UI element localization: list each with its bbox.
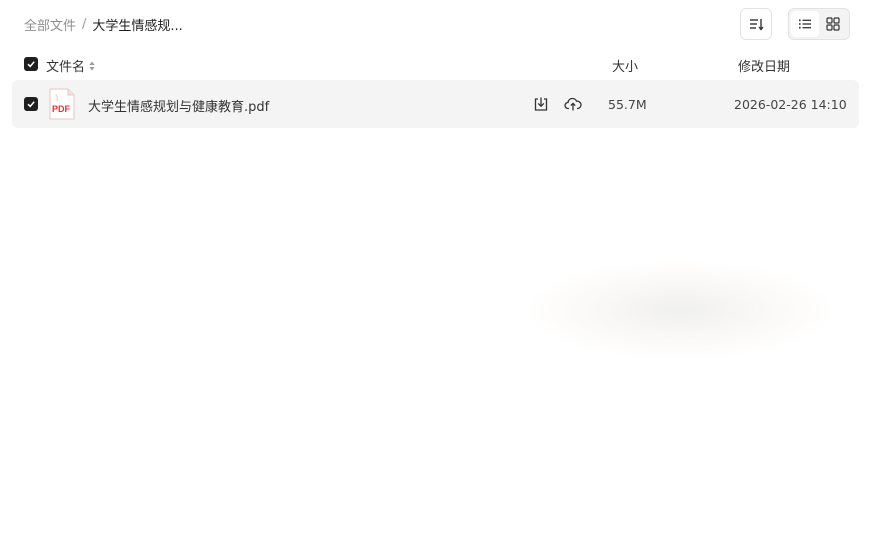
- pdf-file-icon: PDF: [48, 88, 76, 120]
- file-size: 55.7M: [608, 97, 647, 112]
- list-view-button[interactable]: [791, 11, 819, 37]
- pdf-icon-label: PDF: [52, 104, 71, 114]
- breadcrumb-current: 大学生情感规...: [92, 18, 183, 34]
- table-header: 文件名 大小 修改日期: [0, 52, 874, 76]
- sort-caret-icon: [89, 61, 95, 71]
- column-header-modified[interactable]: 修改日期: [738, 56, 790, 75]
- select-all-checkbox[interactable]: [24, 57, 38, 71]
- list-view-icon: [799, 19, 811, 29]
- table-row[interactable]: PDF 大学生情感规划与健康教育.pdf 55.7M 2026-02-26 14…: [12, 80, 859, 128]
- sort-list-icon: [750, 19, 764, 31]
- row-checkbox[interactable]: [24, 97, 38, 111]
- sort-button[interactable]: [740, 8, 772, 40]
- download-icon: [534, 97, 548, 111]
- breadcrumb-separator: /: [82, 16, 87, 32]
- file-modified-date: 2026-02-26 14:10: [734, 97, 847, 112]
- download-button[interactable]: [531, 94, 551, 114]
- grid-view-icon: [826, 17, 840, 31]
- save-to-cloud-button[interactable]: [563, 94, 583, 114]
- grid-view-button[interactable]: [819, 11, 847, 37]
- cloud-icon: [564, 97, 582, 111]
- breadcrumb-root[interactable]: 全部文件: [24, 15, 76, 34]
- checkmark-icon: [27, 101, 35, 108]
- file-name[interactable]: 大学生情感规划与健康教育.pdf: [88, 96, 269, 115]
- background-glow: [530, 262, 830, 358]
- checkmark-icon: [27, 61, 35, 68]
- view-toggle: [788, 8, 850, 40]
- column-name-label: 文件名: [46, 60, 86, 75]
- column-header-size: 大小: [612, 60, 639, 75]
- breadcrumb: 全部文件 / 大学生情感规...: [24, 14, 183, 34]
- column-header-name[interactable]: 文件名: [46, 56, 95, 75]
- file-browser: 全部文件 / 大学生情感规... 文件名 大小 修改日期 PDF 大学生情感规划…: [0, 0, 874, 538]
